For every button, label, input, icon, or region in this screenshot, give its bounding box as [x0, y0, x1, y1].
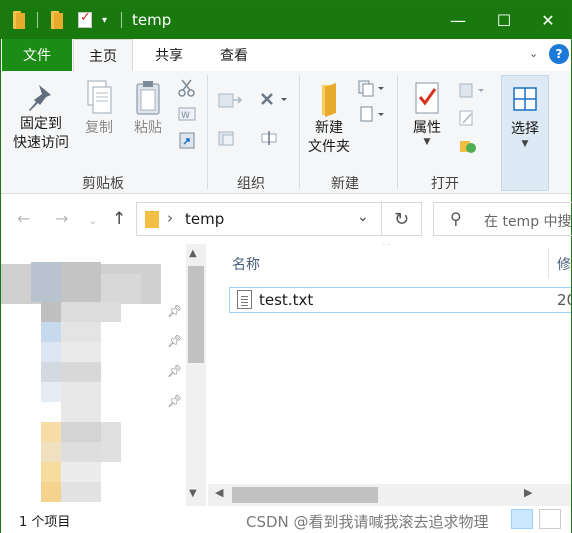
new-group-label: 新建	[331, 176, 359, 192]
pin-label-line1: 固定到	[20, 116, 62, 132]
properties-icon	[415, 82, 439, 114]
svg-text:W: W	[181, 111, 190, 121]
new-folder-quick-icon[interactable]	[51, 10, 65, 30]
navigation-pane: 📌︎ 📌︎ 📌︎ 📌︎ ▲ ▼	[1, 244, 208, 506]
new-folder-icon	[322, 83, 336, 117]
new-folder-label-line2: 文件夹	[308, 139, 350, 155]
file-list-hscroll-thumb[interactable]	[232, 487, 378, 503]
folder-icon	[145, 211, 159, 228]
details-view-icon[interactable]	[511, 509, 533, 529]
window-title: temp	[132, 11, 172, 29]
easy-access-icon[interactable]	[357, 105, 387, 123]
file-name: test.txt	[259, 291, 314, 309]
properties-label: 属性	[413, 120, 441, 136]
search-input[interactable]: ⚲ 在 temp 中搜	[433, 202, 572, 236]
tab-file[interactable]: 文件	[2, 39, 72, 71]
search-icon: ⚲	[450, 209, 462, 228]
scroll-up-icon[interactable]: ▲	[189, 248, 197, 259]
status-bar: 1 个项目 CSDN @看到我请喊我滚去追求物理	[1, 506, 571, 533]
properties-button[interactable]: 属性 ▼	[405, 75, 449, 169]
refresh-icon[interactable]: ↻	[382, 202, 422, 236]
scroll-left-icon[interactable]: ◀	[215, 486, 223, 499]
select-dropdown-icon: ▼	[521, 139, 529, 149]
scroll-right-icon[interactable]: ▶	[524, 486, 532, 499]
rename-icon[interactable]	[259, 129, 279, 147]
paste-icon	[136, 81, 160, 115]
navigation-bar: ← → ⌄ ↑ › temp ⌄ ↻ ⚲ 在 temp 中搜	[1, 194, 572, 244]
paste-label: 粘贴	[134, 120, 162, 136]
search-placeholder: 在 temp 中搜	[484, 214, 572, 230]
help-icon[interactable]: ?	[549, 44, 569, 64]
open-icon[interactable]	[457, 81, 487, 99]
customize-quick-access-icon[interactable]: ▾	[102, 10, 107, 30]
copy-button[interactable]: 复制	[79, 75, 119, 169]
breadcrumb-separator: ›	[167, 209, 173, 227]
properties-quick-icon[interactable]	[78, 10, 92, 30]
pin-icon: 📌︎	[167, 334, 183, 348]
column-header-modified[interactable]: 修	[557, 254, 571, 274]
file-row[interactable]: test.txt 20	[229, 287, 571, 313]
up-arrow-icon[interactable]: ↑	[112, 209, 126, 229]
move-to-icon[interactable]	[217, 91, 245, 109]
title-bar: ▾ temp — ☐ ✕	[1, 1, 571, 39]
back-arrow-icon[interactable]: ←	[17, 209, 30, 228]
pin-label-line2: 快速访问	[13, 135, 69, 151]
address-bar[interactable]: › temp ⌄	[136, 202, 382, 236]
text-file-icon	[237, 290, 252, 309]
breadcrumb-temp[interactable]: temp	[185, 210, 224, 228]
copy-to-icon[interactable]	[217, 129, 245, 147]
tab-view[interactable]: 查看	[204, 39, 264, 71]
file-date: 20	[557, 291, 571, 309]
item-count: 1 个项目	[19, 515, 71, 530]
properties-dropdown-icon[interactable]: ▼	[424, 138, 431, 147]
app-folder-icon	[13, 10, 27, 30]
new-folder-button[interactable]: 新建 文件夹	[305, 75, 353, 169]
paste-button[interactable]: 粘贴	[127, 75, 169, 169]
collapse-ribbon-icon[interactable]: ⌄	[529, 47, 538, 60]
copy-path-icon[interactable]: W	[177, 105, 197, 123]
maximize-button[interactable]: ☐	[481, 1, 527, 39]
ribbon: 固定到 快速访问 复制 粘贴 W 剪贴板 组织 新建 文件夹 新建 属性 ▼ 打…	[1, 71, 571, 194]
pin-to-quick-access-button[interactable]: 固定到 快速访问	[7, 75, 75, 169]
pin-icon	[29, 85, 51, 111]
select-label: 选择	[511, 121, 539, 137]
tab-home[interactable]: 主页	[73, 39, 133, 72]
edit-icon[interactable]	[457, 109, 477, 127]
delete-icon[interactable]	[259, 91, 291, 109]
large-icons-view-icon[interactable]	[539, 509, 561, 529]
clipboard-group-label: 剪贴板	[82, 176, 124, 192]
file-list-pane: ^ 名称 修 test.txt 20 ◀ ▶	[208, 244, 571, 506]
ribbon-tab-bar: 文件 主页 共享 查看 ⌄ ?	[1, 39, 571, 72]
paste-shortcut-icon[interactable]	[177, 131, 197, 149]
sort-ascending-icon: ^	[382, 244, 391, 252]
scroll-down-icon[interactable]: ▼	[189, 488, 197, 499]
nav-pane-scroll-thumb[interactable]	[188, 266, 204, 363]
column-header-name[interactable]: 名称	[232, 254, 260, 274]
history-icon[interactable]	[457, 137, 477, 155]
copy-icon	[87, 80, 112, 114]
watermark-text: CSDN @看到我请喊我滚去追求物理	[246, 513, 489, 531]
minimize-button[interactable]: —	[435, 1, 481, 39]
explorer-window: ▾ temp — ☐ ✕ 文件 主页 共享 查看 ⌄ ? 固定到 快速访问	[0, 0, 572, 533]
new-item-icon[interactable]	[357, 79, 387, 97]
pin-icon: 📌︎	[167, 394, 183, 408]
tab-share[interactable]: 共享	[139, 39, 199, 71]
new-folder-label-line1: 新建	[315, 120, 343, 136]
pin-icon: 📌︎	[167, 364, 183, 378]
organize-group-label: 组织	[237, 176, 265, 192]
close-button[interactable]: ✕	[525, 1, 571, 39]
copy-label: 复制	[85, 120, 113, 136]
forward-arrow-icon[interactable]: →	[55, 209, 68, 228]
pin-icon: 📌︎	[167, 304, 183, 318]
scissors-icon[interactable]	[177, 79, 197, 97]
select-grid-icon	[513, 87, 537, 111]
open-group-label: 打开	[431, 176, 459, 192]
select-button[interactable]: 选择 ▼	[501, 75, 549, 191]
recent-locations-icon[interactable]: ⌄	[88, 214, 97, 227]
address-dropdown-icon[interactable]: ⌄	[357, 209, 369, 225]
